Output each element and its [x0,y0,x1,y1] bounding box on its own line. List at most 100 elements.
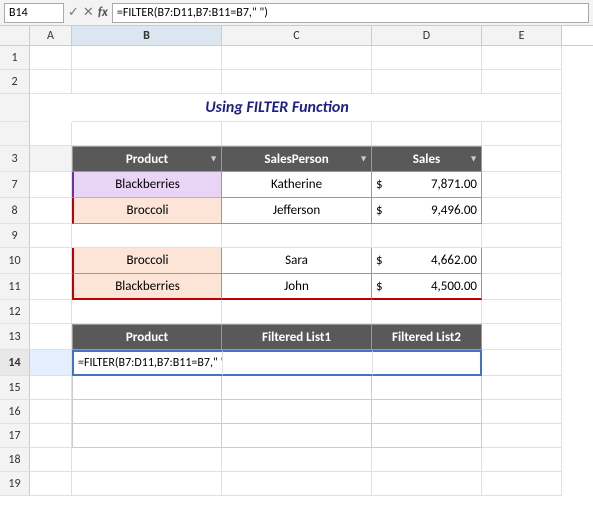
cell-a9[interactable] [30,224,72,248]
col-header-b[interactable]: B [72,26,222,45]
cell-d15[interactable] [372,376,482,400]
col-header-a[interactable]: A [30,26,72,45]
cell-product-7[interactable]: Blackberries [72,172,222,198]
cell-b19[interactable] [72,472,222,496]
cell-c16[interactable] [222,400,372,424]
cell-e13[interactable] [482,324,562,350]
cell-c1[interactable] [222,46,372,70]
cell-sales-11[interactable]: $ 4,500.00 [372,274,482,300]
cell-c19[interactable] [222,472,372,496]
cell-a1[interactable] [30,46,72,70]
cell-e9[interactable] [482,224,562,248]
cell-e10[interactable] [482,248,562,274]
row-num-3[interactable]: 3 [0,146,30,172]
cell-a10[interactable] [30,248,72,274]
cell-a18[interactable] [30,448,72,472]
cell-e17[interactable] [482,424,562,448]
cell-e11[interactable] [482,274,562,300]
cell-a11[interactable] [30,274,72,300]
cell-e1[interactable] [482,46,562,70]
cell-b17[interactable] [72,424,222,448]
cell-b18[interactable] [72,448,222,472]
row-num-2[interactable]: 2 [0,70,30,94]
col-salesperson-header[interactable]: SalesPerson ▼ [222,146,372,172]
cell-a16[interactable] [30,400,72,424]
row-num-17[interactable]: 17 [0,424,30,448]
cell-e7[interactable] [482,172,562,198]
row-num-7[interactable]: 7 [0,172,30,198]
row-num-10[interactable]: 10 [0,248,30,274]
cell-a2[interactable] [30,70,72,94]
cell-d-empty[interactable] [372,122,482,146]
row-num-empty[interactable] [0,122,30,146]
row-num-19[interactable]: 19 [0,472,30,496]
cell-e3[interactable] [482,146,562,172]
cell-c18[interactable] [222,448,372,472]
cell-product-11[interactable]: Blackberries [72,274,222,300]
cell-sales-8[interactable]: $ 9,496.00 [372,198,482,224]
formula-input[interactable] [112,3,589,23]
row-num-1[interactable]: 1 [0,46,30,70]
cell-a12[interactable] [30,300,72,324]
fx-icon[interactable]: fx [98,5,108,20]
filter-arrow-sales[interactable]: ▼ [469,154,478,165]
col-product-header[interactable]: Product ▼ [72,146,222,172]
row-num-16[interactable]: 16 [0,400,30,424]
cell-salesperson-7[interactable]: Katherine [222,172,372,198]
cell-product-8[interactable]: Broccoli [72,198,222,224]
cell-e12[interactable] [482,300,562,324]
cell-b1[interactable] [72,46,222,70]
cell-e19[interactable] [482,472,562,496]
row-num-18[interactable]: 18 [0,448,30,472]
col-header-c[interactable]: C [222,26,372,45]
row-num-15[interactable]: 15 [0,376,30,400]
cell-a-empty[interactable] [30,122,72,146]
row-num-13[interactable]: 13 [0,324,30,350]
row-num-12[interactable]: 12 [0,300,30,324]
cell-c14[interactable] [222,350,372,376]
cell-salesperson-8[interactable]: Jefferson [222,198,372,224]
cell-a7[interactable] [30,172,72,198]
cell-b2[interactable] [72,70,222,94]
cell-a19[interactable] [30,472,72,496]
cell-b16[interactable] [72,400,222,424]
cell-c15[interactable] [222,376,372,400]
cell-sales-10[interactable]: $ 4,662.00 [372,248,482,274]
filter-arrow-product[interactable]: ▼ [209,154,218,165]
cell-b14[interactable]: =FILTER(B7:D11,B7:B11=B7," ") [72,350,222,376]
filter-arrow-salesperson[interactable]: ▼ [359,154,368,165]
cell-e2[interactable] [482,70,562,94]
cell-a13[interactable] [30,324,72,350]
checkmark-icon[interactable]: ✓ [68,5,79,20]
cell-e8[interactable] [482,198,562,224]
col-header-d[interactable]: D [372,26,482,45]
cell-e-empty[interactable] [482,122,562,146]
cell-d16[interactable] [372,400,482,424]
cell-e15[interactable] [482,376,562,400]
cell-a8[interactable] [30,198,72,224]
row-num-14[interactable]: 14 [0,350,30,376]
cell-d17[interactable] [372,424,482,448]
cell-salesperson-10[interactable]: Sara [222,248,372,274]
cell-c12[interactable] [222,300,372,324]
cell-c-empty[interactable] [222,122,372,146]
row-num-title[interactable] [0,94,30,122]
cell-b15[interactable] [72,376,222,400]
cell-sales-7[interactable]: $ 7,871.00 [372,172,482,198]
cell-d14[interactable] [372,350,482,376]
row-num-11[interactable]: 11 [0,274,30,300]
cell-a14[interactable] [30,350,72,376]
col-filtered2-header[interactable]: Filtered List2 [372,324,482,350]
cell-c17[interactable] [222,424,372,448]
cell-b9[interactable] [72,224,222,248]
cell-c2[interactable] [222,70,372,94]
row-num-9[interactable]: 9 [0,224,30,248]
row-num-8[interactable]: 8 [0,198,30,224]
cell-salesperson-11[interactable]: John [222,274,372,300]
col-filtered1-header[interactable]: Filtered List1 [222,324,372,350]
cell-a-title[interactable] [30,94,72,122]
cell-e16[interactable] [482,400,562,424]
cell-d19[interactable] [372,472,482,496]
col-sales-header[interactable]: Sales ▼ [372,146,482,172]
col-product-header2[interactable]: Product [72,324,222,350]
